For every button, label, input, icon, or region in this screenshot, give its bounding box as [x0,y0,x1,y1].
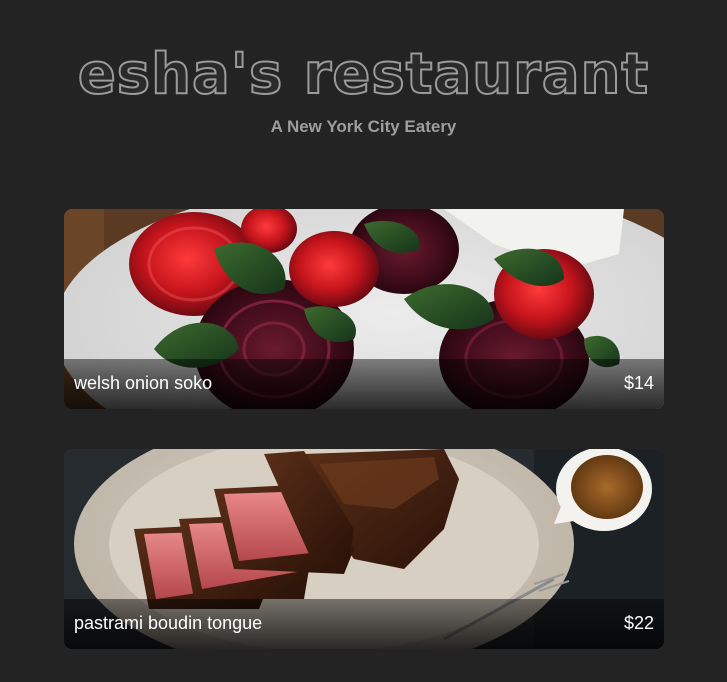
menu-card-caption: welsh onion soko $14 [64,359,664,409]
dish-name: pastrami boudin tongue [74,613,263,633]
menu-card-caption: pastrami boudin tongue $22 [64,599,664,649]
menu-card-pastrami-boudin-tongue[interactable]: pastrami boudin tongue $22 [64,449,664,649]
dish-price: $14 [623,373,654,393]
page: esha's restaurant A New York City Eatery [0,0,727,682]
restaurant-title: esha's restaurant [77,41,650,108]
dish-price: $22 [623,613,654,633]
menu-card-welsh-onion-soko[interactable]: welsh onion soko $14 [64,209,664,409]
restaurant-tagline: A New York City Eatery [270,117,457,136]
dish-name: welsh onion soko [74,373,213,393]
